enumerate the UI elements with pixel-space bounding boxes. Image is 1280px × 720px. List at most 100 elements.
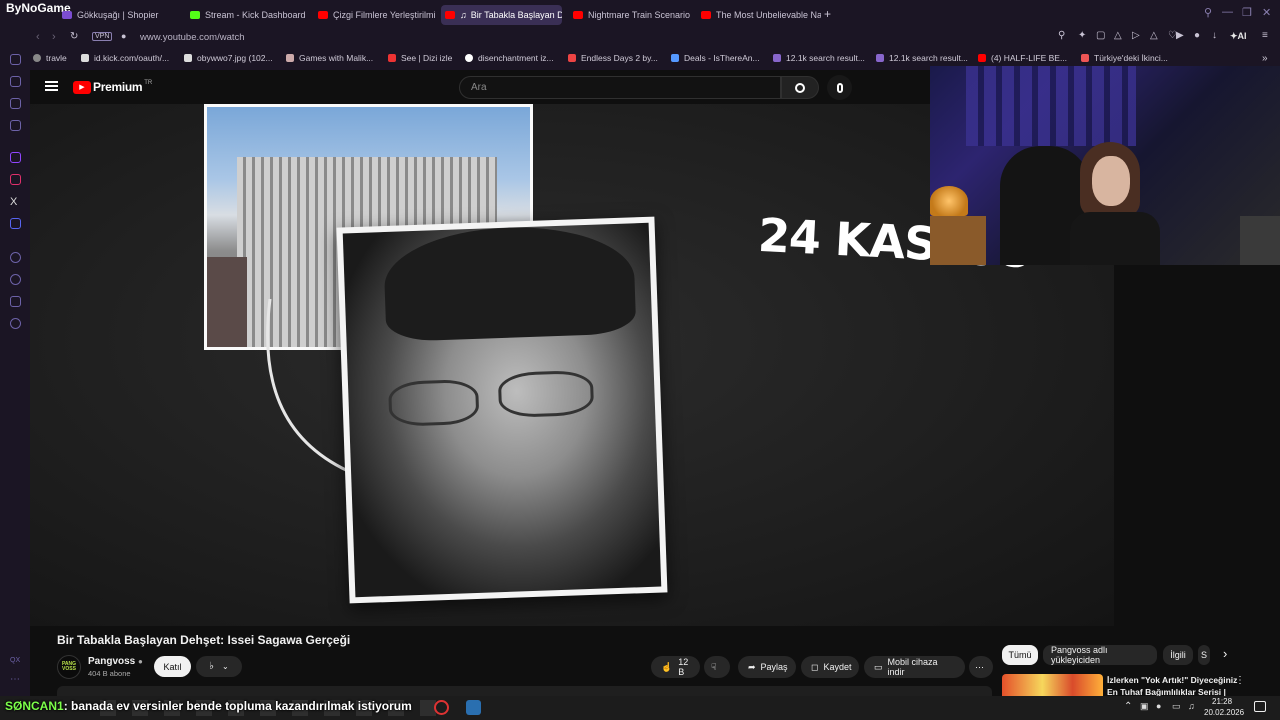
- taskbar-steam-icon[interactable]: [466, 700, 481, 715]
- sidebar-extensions-icon[interactable]: [10, 296, 21, 307]
- taskbar-app-red-icon[interactable]: [434, 700, 449, 715]
- forward-icon[interactable]: ›: [52, 31, 56, 43]
- download-icon[interactable]: ↓: [1212, 30, 1217, 41]
- recommended-thumbnail[interactable]: [1002, 674, 1103, 696]
- bookmark-kick-oauth[interactable]: id.kick.com/oauth/...: [81, 53, 169, 63]
- url-field[interactable]: www.youtube.com/watch: [140, 32, 245, 43]
- chips-next-icon[interactable]: ›: [1223, 646, 1227, 661]
- search-input[interactable]: Ara: [459, 76, 781, 99]
- sidebar-x-icon[interactable]: X: [10, 196, 17, 208]
- like-button[interactable]: ☝ 12 B: [651, 656, 700, 678]
- subscribe-bell-button[interactable]: ♭ ⌄: [196, 656, 242, 677]
- search-tabs-icon[interactable]: ⚲: [1204, 6, 1212, 19]
- bookmark-half-life[interactable]: (4) HALF-LIFE BE...: [978, 53, 1067, 63]
- voice-search-button[interactable]: [827, 75, 852, 100]
- tab-favicon-icon: [573, 11, 583, 19]
- tab-active-video[interactable]: ♫ Bir Tabakla Başlayan D: [441, 5, 562, 25]
- recommended-title-line1[interactable]: İzlerken "Yok Artık!" Diyeceğiniz: [1107, 675, 1237, 685]
- sidebar-discord-icon[interactable]: [10, 218, 21, 229]
- hamburger-icon[interactable]: [45, 81, 58, 91]
- bookmark-travle[interactable]: travle: [33, 53, 67, 63]
- more-icon: ⋯: [975, 661, 984, 672]
- sidebar-clock-icon[interactable]: [10, 274, 21, 285]
- shield-icon[interactable]: △: [1150, 30, 1158, 41]
- join-button[interactable]: Katıl: [154, 656, 191, 677]
- back-icon[interactable]: ‹: [36, 31, 40, 43]
- chevron-down-icon: ⌄: [222, 662, 229, 671]
- tray-display-icon[interactable]: ▭: [1172, 701, 1181, 712]
- close-icon[interactable]: ✕: [1262, 6, 1271, 19]
- minimize-icon[interactable]: —: [1222, 6, 1233, 18]
- channel-name[interactable]: Pangvoss ●: [88, 656, 143, 667]
- browser-brand: ByNoGame: [6, 1, 71, 15]
- clock-date[interactable]: 20.02.2026: [1204, 708, 1244, 717]
- extensions-icon[interactable]: ▶: [1176, 30, 1184, 41]
- chip-from-uploader[interactable]: Pangvoss adlı yükleyiciden: [1043, 645, 1157, 665]
- clock-time[interactable]: 21:28: [1212, 697, 1232, 706]
- lock-icon: ●: [121, 31, 127, 41]
- play-icon[interactable]: ▷: [1132, 30, 1140, 41]
- menu-icon[interactable]: ≡: [1262, 30, 1268, 41]
- tab-unbelievable[interactable]: The Most Unbelievable Na: [697, 5, 821, 25]
- portrait-photo: [336, 216, 668, 604]
- youtube-logo[interactable]: ▶ Premium TR: [73, 80, 152, 94]
- ai-button[interactable]: ✦AI: [1230, 31, 1247, 42]
- sidebar-brand-watermark: QX: [10, 657, 21, 664]
- tray-network-icon[interactable]: ▣: [1140, 701, 1149, 712]
- tab-nightmare-train[interactable]: Nightmare Train Scenario: [569, 5, 693, 25]
- chip-related[interactable]: İlgili: [1163, 645, 1193, 665]
- sidebar-music-icon[interactable]: [10, 120, 21, 131]
- recommended-title-line2[interactable]: En Tuhaf Bağımlılıklar Serisi |: [1107, 687, 1226, 696]
- tray-volume-icon[interactable]: ♫: [1188, 701, 1195, 711]
- channel-avatar[interactable]: PANG VOSS: [57, 655, 81, 679]
- new-tab-button[interactable]: +: [824, 7, 831, 21]
- bookmark-endless-days[interactable]: Endless Days 2 by...: [568, 53, 658, 63]
- sidebar-gaming-icon[interactable]: [10, 98, 21, 109]
- screenshot-icon[interactable]: ▢: [1096, 30, 1105, 41]
- pin-icon[interactable]: ✦: [1078, 30, 1086, 41]
- zoom-icon[interactable]: ⚲: [1058, 30, 1065, 41]
- chip-partial[interactable]: S: [1198, 645, 1210, 665]
- youtube-header: ▶ Premium TR Ara: [30, 70, 930, 106]
- save-button[interactable]: ◻ Kaydet: [801, 656, 859, 678]
- chip-all[interactable]: Tümü: [1002, 645, 1038, 665]
- tab-shopier[interactable]: Gökkuşağı | Shopier: [58, 5, 182, 25]
- reload-icon[interactable]: ↻: [70, 31, 78, 42]
- description-box[interactable]: [57, 686, 992, 696]
- taskbar: SØNCAN1: banada ev versinler bende toplu…: [0, 696, 1280, 720]
- bookmark-search-results-2[interactable]: 12.1k search result...: [876, 53, 968, 63]
- sidebar-player-icon[interactable]: [10, 252, 21, 263]
- bookmarks-more-icon[interactable]: »: [1262, 53, 1268, 64]
- tray-chevron-icon[interactable]: ⌃: [1124, 701, 1132, 712]
- bookmark-see-dizi[interactable]: See | Dizi izle: [388, 53, 452, 63]
- bookmark-disenchantment[interactable]: disenchantment iz...: [465, 53, 554, 63]
- cube-icon[interactable]: △: [1114, 30, 1122, 41]
- search-button[interactable]: [781, 76, 819, 99]
- bookmark-obywwo[interactable]: obywwo7.jpg (102...: [184, 53, 273, 63]
- bookmark-search-results-1[interactable]: 12.1k search result...: [773, 53, 865, 63]
- bookmark-turkiye[interactable]: Türkiye'deki İkinci...: [1081, 53, 1168, 63]
- maximize-icon[interactable]: ❐: [1242, 6, 1252, 19]
- sidebar-history-icon[interactable]: [10, 54, 21, 65]
- sidebar-settings-icon[interactable]: [10, 318, 21, 329]
- bookmark-games-malik[interactable]: Games with Malik...: [286, 53, 373, 63]
- bell-icon: ♭: [209, 661, 214, 672]
- more-actions-button[interactable]: ⋯: [969, 656, 993, 678]
- dislike-button[interactable]: ☟: [704, 656, 730, 678]
- tab-kick-dashboard[interactable]: Stream - Kick Dashboard: [186, 5, 310, 25]
- recommended-menu-icon[interactable]: ⋮: [1235, 675, 1245, 686]
- share-button[interactable]: ➦ Paylaş: [738, 656, 796, 678]
- profile-icon[interactable]: ●: [1194, 30, 1200, 41]
- bookmark-deals[interactable]: Deals - IsThereAn...: [671, 53, 760, 63]
- device-icon: ▭: [874, 661, 883, 672]
- sidebar-instagram-icon[interactable]: [10, 174, 21, 185]
- notification-icon[interactable]: [1254, 701, 1266, 712]
- thumbs-down-icon: ☟: [711, 661, 717, 672]
- tab-cizgi-filmler[interactable]: Çizgi Filmlere Yerleştirilmi: [314, 5, 438, 25]
- sidebar-twitch-icon[interactable]: [10, 152, 21, 163]
- sidebar-more-icon[interactable]: ⋯: [10, 674, 20, 685]
- download-button[interactable]: ▭ Mobil cihaza indir: [864, 656, 965, 678]
- sidebar-messenger-icon[interactable]: [10, 76, 21, 87]
- tray-mic-icon[interactable]: ●: [1156, 701, 1161, 711]
- vpn-badge[interactable]: VPN: [92, 32, 113, 41]
